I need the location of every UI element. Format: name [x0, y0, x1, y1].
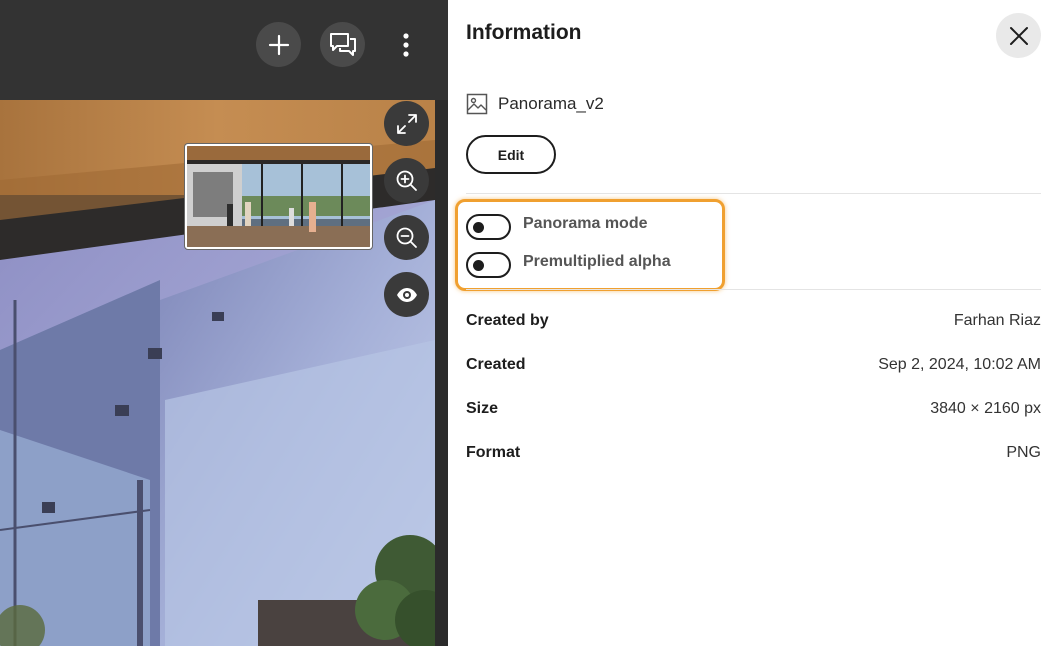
fullscreen-button[interactable]	[384, 101, 429, 146]
info-row-size: Size 3840 × 2160 px	[466, 397, 1041, 421]
zoom-in-icon	[396, 170, 417, 191]
edit-button[interactable]: Edit	[466, 135, 556, 174]
info-value: PNG	[1006, 444, 1041, 461]
info-key: Size	[466, 400, 499, 417]
toggle-knob	[473, 260, 484, 271]
panorama-minimap[interactable]	[185, 144, 372, 249]
info-row-created: Created Sep 2, 2024, 10:02 AM	[466, 353, 1041, 377]
info-value: Sep 2, 2024, 10:02 AM	[878, 356, 1041, 373]
premultiplied-alpha-toggle[interactable]	[466, 252, 511, 278]
info-row-format: Format PNG	[466, 441, 1041, 465]
chat-bubbles-icon	[329, 32, 356, 56]
info-value: Farhan Riaz	[953, 312, 1041, 329]
image-icon	[466, 93, 488, 115]
divider	[466, 193, 1041, 194]
panel-title: Information	[466, 21, 582, 44]
visibility-button[interactable]	[384, 272, 429, 317]
viewer-toolbar	[0, 0, 448, 100]
toggle-row-premultiplied-alpha[interactable]: Premultiplied alpha	[466, 252, 671, 278]
zoom-out-button[interactable]	[384, 215, 429, 260]
toggle-row-panorama-mode[interactable]: Panorama mode	[466, 214, 647, 240]
eye-icon	[396, 287, 417, 302]
more-options-button[interactable]	[383, 22, 428, 67]
panorama-viewer	[0, 0, 448, 646]
information-panel: Information Panorama_v2 Edit Panorama mo…	[448, 0, 1060, 646]
file-name: Panorama_v2	[498, 94, 604, 113]
panorama-mode-label: Panorama mode	[523, 215, 648, 232]
plus-icon	[268, 34, 289, 55]
close-button[interactable]	[996, 13, 1041, 58]
close-icon	[1009, 26, 1028, 45]
expand-icon	[396, 113, 417, 134]
more-vertical-icon	[402, 32, 409, 57]
viewer-scrollbar[interactable]	[435, 100, 448, 646]
info-key: Created by	[466, 312, 549, 329]
panorama-mode-toggle[interactable]	[466, 214, 511, 240]
add-button[interactable]	[256, 22, 301, 67]
info-row-created-by: Created by Farhan Riaz	[466, 309, 1041, 333]
info-key: Created	[466, 356, 526, 373]
divider	[466, 289, 1041, 290]
info-value: 3840 × 2160 px	[930, 400, 1041, 417]
info-key: Format	[466, 444, 521, 461]
toggle-knob	[473, 222, 484, 233]
zoom-in-button[interactable]	[384, 158, 429, 203]
file-name-row: Panorama_v2	[466, 91, 604, 117]
comments-button[interactable]	[320, 22, 365, 67]
premultiplied-alpha-label: Premultiplied alpha	[523, 253, 671, 270]
zoom-out-icon	[396, 227, 417, 248]
